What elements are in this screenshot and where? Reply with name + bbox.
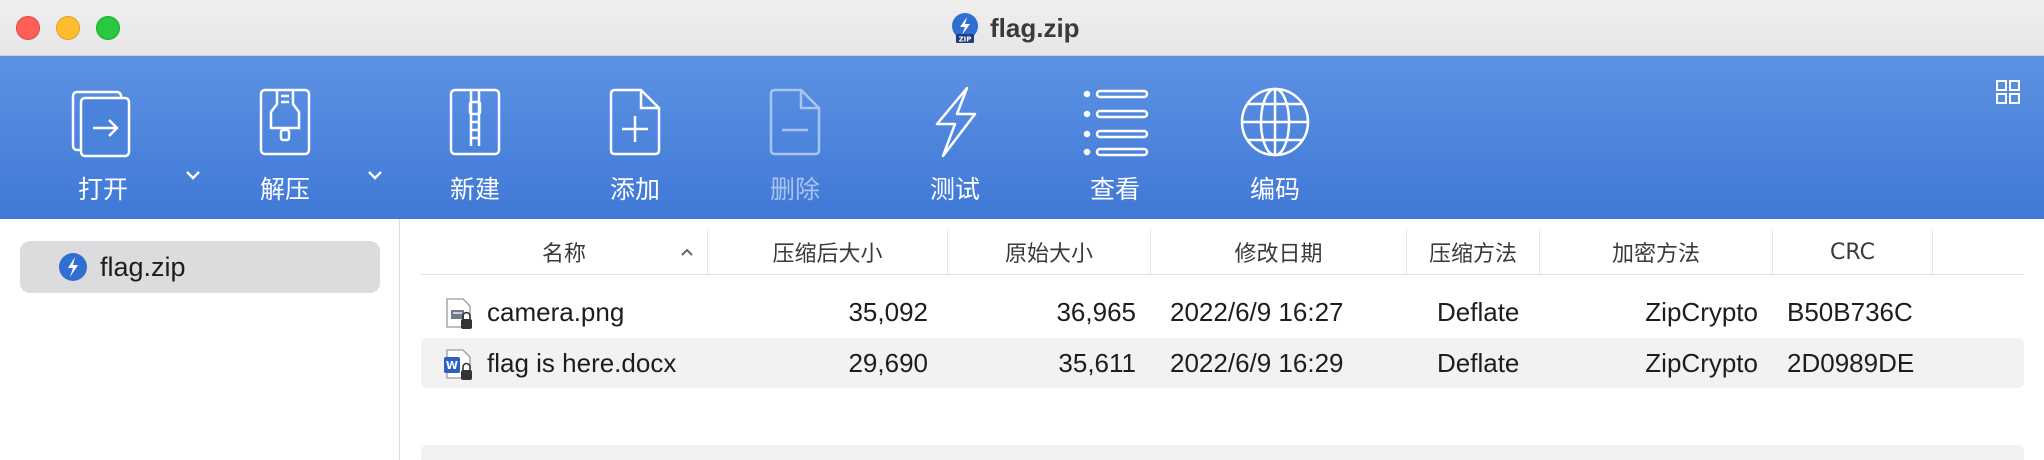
window-title-text: flag.zip bbox=[990, 12, 1080, 43]
sidebar-item-flag-zip[interactable]: flag.zip bbox=[20, 241, 380, 293]
new-archive-icon bbox=[449, 88, 501, 156]
globe-icon bbox=[1240, 87, 1310, 157]
compression-method: Deflate bbox=[1437, 347, 1520, 378]
delete-button[interactable]: 删除 bbox=[740, 84, 850, 214]
table-row[interactable]: camera.png 35,092 36,965 2022/6/9 16:27 … bbox=[421, 287, 2024, 337]
column-header-crc-label: CRC bbox=[1830, 239, 1875, 265]
modified-date: 2022/6/9 16:29 bbox=[1170, 347, 1344, 378]
zip-archive-icon bbox=[59, 253, 87, 281]
column-header-crc[interactable]: CRC bbox=[1773, 229, 1933, 275]
encoding-button[interactable]: 编码 bbox=[1220, 84, 1330, 214]
encryption-method: ZipCrypto bbox=[1645, 347, 1758, 378]
sidebar-item-label: flag.zip bbox=[100, 251, 186, 282]
minimize-window-button[interactable] bbox=[56, 16, 80, 40]
add-button[interactable]: 添加 bbox=[580, 84, 690, 214]
table-header: 名称 压缩后大小 原始大小 修改日期 压缩方法 加密方法 CRC bbox=[421, 229, 2024, 275]
original-size: 36,965 bbox=[1056, 296, 1136, 327]
extract-zipper-icon bbox=[259, 88, 311, 156]
zoom-window-button[interactable] bbox=[96, 16, 120, 40]
column-header-name-label: 名称 bbox=[541, 242, 586, 267]
table-row[interactable]: W flag is here.docx 29,690 35,611 2022/6… bbox=[421, 338, 2024, 388]
test-label: 测试 bbox=[929, 175, 980, 204]
view-button[interactable]: 查看 bbox=[1060, 84, 1170, 214]
svg-text:W: W bbox=[446, 359, 458, 372]
lightning-bolt-icon bbox=[935, 86, 977, 158]
column-header-original-size[interactable]: 原始大小 bbox=[948, 229, 1151, 275]
encryption-method: ZipCrypto bbox=[1645, 296, 1758, 327]
open-dropdown-chevron-icon[interactable] bbox=[182, 164, 204, 186]
crc-value: 2D0989DE bbox=[1787, 347, 1915, 378]
title-bar: ZIP flag.zip bbox=[0, 0, 2044, 56]
compressed-size: 29,690 bbox=[848, 347, 928, 378]
new-label: 新建 bbox=[449, 175, 500, 204]
add-label: 添加 bbox=[609, 175, 660, 204]
open-file-icon bbox=[71, 90, 131, 158]
empty-row bbox=[421, 445, 2024, 460]
test-button[interactable]: 测试 bbox=[900, 84, 1010, 214]
sidebar: flag.zip bbox=[0, 219, 400, 460]
delete-file-icon bbox=[769, 88, 821, 156]
column-header-name[interactable]: 名称 bbox=[421, 229, 708, 275]
add-file-icon bbox=[609, 88, 661, 156]
extract-button[interactable]: 解压 bbox=[230, 84, 340, 214]
column-header-method-label: 压缩方法 bbox=[1428, 242, 1517, 267]
grid-view-icon[interactable] bbox=[1994, 78, 2022, 106]
delete-label: 删除 bbox=[769, 175, 820, 204]
column-header-original-label: 原始大小 bbox=[1004, 242, 1093, 267]
column-header-modified-label: 修改日期 bbox=[1234, 242, 1323, 267]
file-name: camera.png bbox=[487, 296, 625, 327]
chevron-up-icon bbox=[681, 248, 693, 256]
compression-method: Deflate bbox=[1437, 296, 1520, 327]
column-header-modified-date[interactable]: 修改日期 bbox=[1151, 229, 1407, 275]
word-locked-file-icon: W bbox=[444, 349, 472, 380]
toolbar: 打开 解压 新建 添加 删除 测试 查看 编码 bbox=[0, 56, 2044, 219]
view-label: 查看 bbox=[1089, 175, 1140, 204]
new-archive-button[interactable]: 新建 bbox=[420, 84, 530, 214]
file-table: 名称 压缩后大小 原始大小 修改日期 压缩方法 加密方法 CRC camera.… bbox=[401, 219, 2044, 460]
window-title: ZIP flag.zip bbox=[950, 10, 1080, 46]
svg-text:ZIP: ZIP bbox=[959, 36, 972, 44]
crc-value: B50B736C bbox=[1787, 296, 1913, 327]
png-locked-file-icon bbox=[446, 298, 472, 329]
zip-archive-icon: ZIP bbox=[952, 13, 978, 44]
extract-dropdown-chevron-icon[interactable] bbox=[364, 164, 386, 186]
column-header-encryption-label: 加密方法 bbox=[1611, 242, 1700, 267]
close-window-button[interactable] bbox=[16, 16, 40, 40]
open-button[interactable]: 打开 bbox=[48, 84, 158, 214]
compressed-size: 35,092 bbox=[848, 296, 928, 327]
extract-label: 解压 bbox=[259, 175, 310, 204]
column-header-compression-method[interactable]: 压缩方法 bbox=[1407, 229, 1540, 275]
modified-date: 2022/6/9 16:27 bbox=[1170, 296, 1344, 327]
column-header-encryption-method[interactable]: 加密方法 bbox=[1540, 229, 1773, 275]
open-label: 打开 bbox=[77, 175, 128, 204]
original-size: 35,611 bbox=[1058, 347, 1136, 378]
column-header-compressed-label: 压缩后大小 bbox=[772, 242, 883, 267]
encoding-label: 编码 bbox=[1249, 175, 1300, 204]
list-view-icon bbox=[1083, 89, 1149, 157]
column-header-compressed-size[interactable]: 压缩后大小 bbox=[708, 229, 948, 275]
file-name: flag is here.docx bbox=[487, 347, 677, 378]
